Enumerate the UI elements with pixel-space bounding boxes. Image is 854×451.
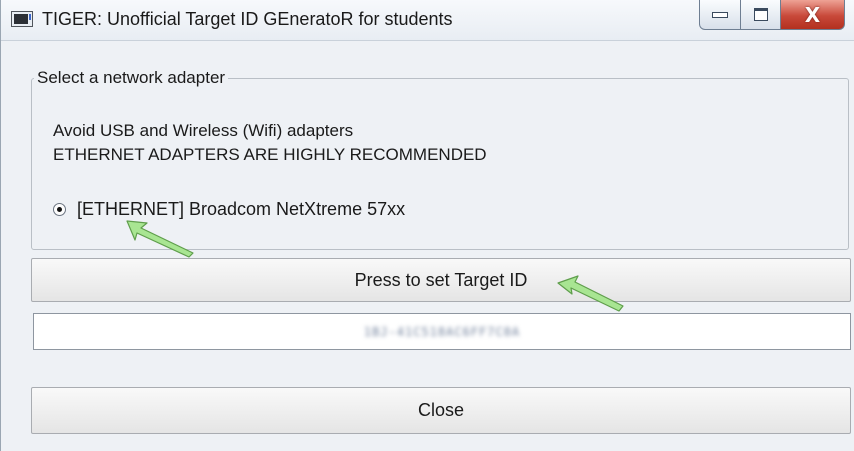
pointer-arrow-icon — [126, 220, 194, 258]
close-window-button[interactable]: X — [781, 0, 845, 30]
minimize-button[interactable] — [699, 0, 741, 30]
close-button[interactable]: Close — [31, 387, 851, 434]
warning-text-line-2: ETHERNET ADAPTERS ARE HIGHLY RECOMMENDED — [53, 145, 487, 164]
set-target-id-button[interactable]: Press to set Target ID — [31, 258, 851, 302]
close-icon: X — [804, 2, 821, 27]
target-id-value: 1BJ-41C518AC6FF7C0A — [363, 324, 521, 339]
window-controls: X — [699, 0, 845, 32]
minimize-icon — [712, 11, 728, 18]
maximize-button[interactable] — [741, 0, 781, 30]
maximize-icon — [753, 8, 768, 21]
adapter-radio-button[interactable] — [53, 203, 66, 216]
title-bar[interactable]: TIGER: Unofficial Target ID GEneratoR fo… — [1, 0, 854, 41]
groupbox-legend: Select a network adapter — [34, 68, 229, 88]
adapter-option-ethernet[interactable]: [ETHERNET] Broadcom NetXtreme 57xx — [53, 199, 405, 220]
window-title: TIGER: Unofficial Target ID GEneratoR fo… — [42, 9, 453, 29]
warning-text-line-1: Avoid USB and Wireless (Wifi) adapters — [53, 121, 354, 140]
tiger-window: TIGER: Unofficial Target ID GEneratoR fo… — [0, 0, 854, 451]
app-icon — [11, 11, 33, 27]
target-id-field[interactable]: 1BJ-41C518AC6FF7C0A — [33, 313, 851, 350]
pointer-arrow-icon — [557, 275, 624, 312]
